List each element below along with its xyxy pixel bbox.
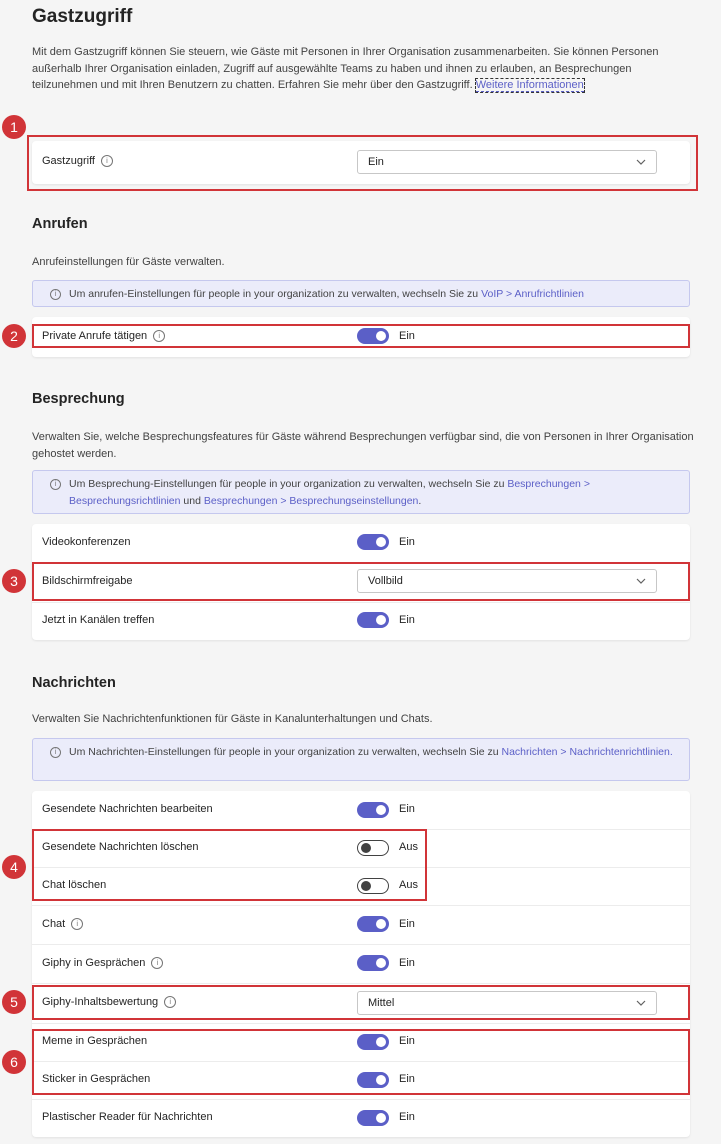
immersive-reader-value: Ein bbox=[399, 1111, 415, 1123]
immersive-reader-label: Plastischer Reader für Nachrichten bbox=[42, 1111, 213, 1123]
calls-note-link[interactable]: VoIP > Anrufrichtlinien bbox=[481, 288, 584, 300]
toggle-knob bbox=[376, 537, 386, 547]
intro-paragraph: Mit dem Gastzugriff können Sie steuern, … bbox=[32, 44, 694, 94]
annotation-badge-4: 4 bbox=[2, 855, 26, 879]
messaging-note: i Um Nachrichten-Einstellungen für peopl… bbox=[32, 738, 690, 781]
calls-note-text: Um anrufen-Einstellungen für people in y… bbox=[69, 288, 479, 300]
giphy-label-text: Giphy in Gesprächen bbox=[42, 957, 146, 969]
annotation-badge-5: 5 bbox=[2, 990, 26, 1014]
annotation-badge-1: 1 bbox=[2, 115, 26, 139]
highlight-box-2 bbox=[32, 324, 690, 348]
highlight-box-6 bbox=[32, 1029, 690, 1095]
page-title: Gastzugriff bbox=[32, 6, 133, 27]
info-icon[interactable]: i bbox=[71, 918, 84, 930]
chat-toggle[interactable] bbox=[357, 916, 389, 932]
highlight-box-3 bbox=[32, 562, 690, 601]
meeting-note-text: Um Besprechung-Einstellungen für people … bbox=[69, 478, 505, 490]
chat-row: Chat i Ein bbox=[32, 905, 690, 945]
messaging-heading: Nachrichten bbox=[32, 675, 116, 691]
meeting-description: Verwalten Sie, welche Besprechungsfeatur… bbox=[32, 431, 694, 460]
toggle-knob bbox=[376, 1113, 386, 1123]
chat-label: Chat i bbox=[42, 918, 84, 930]
meeting-heading: Besprechung bbox=[32, 391, 125, 407]
chat-label-text: Chat bbox=[42, 918, 66, 930]
meeting-note: i Um Besprechung-Einstellungen für peopl… bbox=[32, 470, 690, 514]
messaging-description: Verwalten Sie Nachrichtenfunktionen für … bbox=[32, 713, 433, 725]
calls-note: i Um anrufen-Einstellungen für people in… bbox=[32, 280, 690, 307]
meet-now-label: Jetzt in Kanälen treffen bbox=[42, 614, 155, 626]
video-toggle[interactable] bbox=[357, 534, 389, 550]
immersive-reader-toggle[interactable] bbox=[357, 1110, 389, 1126]
toggle-knob bbox=[376, 805, 386, 815]
info-icon: i bbox=[50, 747, 61, 758]
edit-sent-row: Gesendete Nachrichten bearbeiten Ein bbox=[32, 791, 690, 830]
edit-sent-toggle[interactable] bbox=[357, 802, 389, 818]
info-icon[interactable]: i bbox=[151, 957, 164, 969]
meeting-note-and: und bbox=[183, 494, 201, 507]
giphy-row: Giphy in Gesprächen i Ein bbox=[32, 944, 690, 984]
highlight-box-1 bbox=[27, 135, 698, 191]
edit-sent-label: Gesendete Nachrichten bearbeiten bbox=[42, 803, 213, 815]
meet-now-toggle[interactable] bbox=[357, 612, 389, 628]
video-value: Ein bbox=[399, 536, 415, 548]
highlight-box-4 bbox=[32, 829, 427, 901]
annotation-badge-3: 3 bbox=[2, 569, 26, 593]
more-info-link[interactable]: Weitere Informationen bbox=[474, 78, 585, 93]
calls-heading: Anrufen bbox=[32, 216, 88, 232]
meet-now-value: Ein bbox=[399, 614, 415, 626]
immersive-reader-row: Plastischer Reader für Nachrichten Ein bbox=[32, 1099, 690, 1137]
meeting-note-link-settings[interactable]: Besprechungen > Besprechungseinstellunge… bbox=[204, 495, 419, 507]
highlight-box-5 bbox=[32, 985, 690, 1020]
giphy-toggle[interactable] bbox=[357, 955, 389, 971]
messaging-note-text: Um Nachrichten-Einstellungen für people … bbox=[69, 746, 499, 758]
info-icon: i bbox=[50, 289, 61, 300]
annotation-badge-2: 2 bbox=[2, 324, 26, 348]
calls-description: Anrufeinstellungen für Gäste verwalten. bbox=[32, 256, 225, 268]
messaging-note-link[interactable]: Nachrichten > Nachrichtenrichtlinien. bbox=[501, 746, 672, 758]
video-label: Videokonferenzen bbox=[42, 536, 131, 548]
video-row: Videokonferenzen Ein bbox=[32, 524, 690, 563]
chat-value: Ein bbox=[399, 918, 415, 930]
edit-sent-value: Ein bbox=[399, 803, 415, 815]
toggle-knob bbox=[376, 615, 386, 625]
annotation-badge-6: 6 bbox=[2, 1050, 26, 1074]
toggle-knob bbox=[376, 919, 386, 929]
giphy-value: Ein bbox=[399, 957, 415, 969]
info-icon: i bbox=[50, 479, 61, 490]
giphy-label: Giphy in Gesprächen i bbox=[42, 957, 164, 969]
toggle-knob bbox=[376, 958, 386, 968]
meet-now-row: Jetzt in Kanälen treffen Ein bbox=[32, 602, 690, 640]
